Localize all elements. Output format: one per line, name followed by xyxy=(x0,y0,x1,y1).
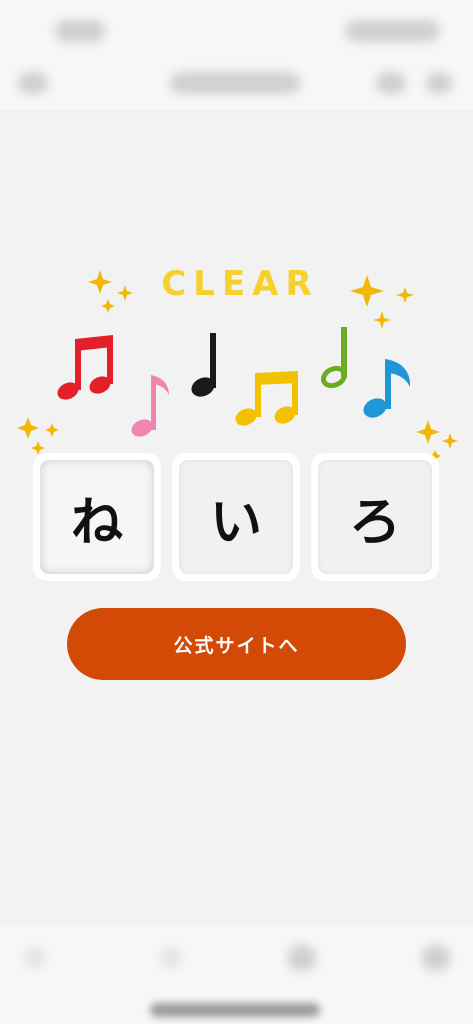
back-icon[interactable] xyxy=(24,947,46,969)
home-indicator xyxy=(150,1003,320,1017)
menu-icon[interactable] xyxy=(422,945,450,971)
nav-bar xyxy=(0,60,473,110)
green-note-icon xyxy=(320,327,348,389)
pink-note-icon xyxy=(131,375,169,437)
answer-tile-1: ね xyxy=(33,453,161,581)
tile-face: ろ xyxy=(318,460,432,574)
red-note-icon xyxy=(57,335,113,400)
time-icon xyxy=(55,20,105,42)
tile-char: い xyxy=(209,492,262,553)
blue-note-icon xyxy=(363,359,411,418)
tile-char: ね xyxy=(70,492,123,553)
answer-tile-3: ろ xyxy=(311,453,439,581)
tile-face: ね xyxy=(40,460,154,574)
music-notes-illustration xyxy=(17,270,458,462)
page-title xyxy=(170,72,300,94)
more-icon[interactable] xyxy=(426,72,452,94)
tile-char: ろ xyxy=(348,492,401,553)
tabs-icon[interactable] xyxy=(288,945,316,971)
black-note-icon xyxy=(191,333,216,397)
status-bar xyxy=(0,0,473,60)
forward-icon[interactable] xyxy=(160,947,182,969)
official-site-button[interactable]: 公式サイトへ xyxy=(67,608,406,680)
yellow-note-icon xyxy=(235,371,298,426)
answer-tile-2: い xyxy=(172,453,300,581)
tile-face: い xyxy=(179,460,293,574)
status-icons xyxy=(345,20,440,42)
back-icon[interactable] xyxy=(18,72,48,94)
share-icon[interactable] xyxy=(376,72,406,94)
